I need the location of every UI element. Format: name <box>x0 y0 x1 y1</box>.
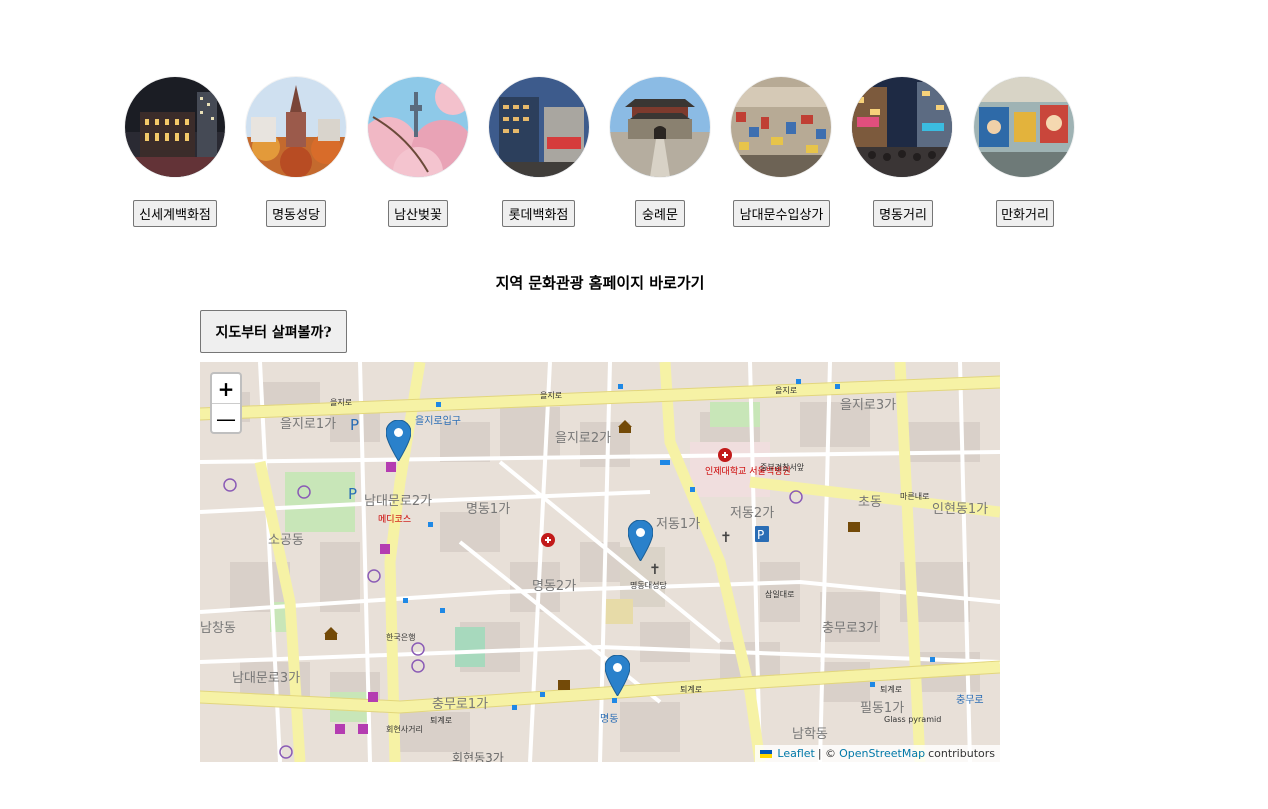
svg-text:을지로: 을지로 <box>330 398 352 407</box>
svg-text:남학동: 남학동 <box>792 727 828 742</box>
svg-text:퇴계로: 퇴계로 <box>680 684 702 694</box>
svg-text:퇴계로: 퇴계로 <box>430 715 452 725</box>
svg-text:충무로: 충무로 <box>956 694 984 706</box>
svg-text:중부경찰서앞: 중부경찰서앞 <box>760 462 805 472</box>
map-tiles: ✝ ✝ P P P 을지로1가 을지로2가 을지로3가 을지로입구 남대문로2가… <box>200 362 1000 762</box>
svg-text:한국은행: 한국은행 <box>386 632 415 642</box>
myeongdong-street-photo[interactable] <box>852 77 952 177</box>
svg-text:남대문로3가: 남대문로3가 <box>232 671 300 686</box>
svg-text:회현동3가: 회현동3가 <box>452 751 504 762</box>
svg-text:퇴계로: 퇴계로 <box>880 684 902 694</box>
svg-text:필동1가: 필동1가 <box>860 701 904 716</box>
attribution-contributors: contributors <box>928 747 995 760</box>
svg-text:소공동: 소공동 <box>268 533 304 548</box>
myeongdong-cathedral-photo[interactable] <box>246 77 346 177</box>
map-attribution: Leaflet | © OpenStreetMap contributors <box>755 745 1000 762</box>
map-marker-cathedral[interactable] <box>628 520 653 561</box>
cartoon-street-photo[interactable] <box>974 77 1074 177</box>
place-gallery: 신세계백화점 명동성당 남산벚꽃 롯데백화점 숭례문 남대문수입상가 명동거리 … <box>0 0 1268 240</box>
svg-text:P: P <box>348 485 357 503</box>
svg-text:을지로1가: 을지로1가 <box>280 417 336 432</box>
svg-text:마른내로: 마른내로 <box>900 492 929 501</box>
map-toggle-button[interactable]: 지도부터 살펴볼까? <box>200 310 347 353</box>
place-button-cartoon-street[interactable]: 만화거리 <box>996 200 1054 227</box>
svg-text:인현동1가: 인현동1가 <box>932 502 988 517</box>
svg-text:삼일대로: 삼일대로 <box>765 589 794 599</box>
svg-text:✝: ✝ <box>649 562 661 578</box>
svg-text:P: P <box>350 416 359 434</box>
svg-text:저동1가: 저동1가 <box>656 517 700 532</box>
place-button-myeongdong-cathedral[interactable]: 명동성당 <box>266 200 326 227</box>
zoom-out-button[interactable]: — <box>212 404 240 433</box>
leaflet-link[interactable]: Leaflet <box>777 747 814 760</box>
map-marker-myeongdong-street[interactable] <box>605 655 630 696</box>
svg-text:P: P <box>757 528 764 542</box>
lotte-department-store-photo[interactable] <box>489 77 589 177</box>
zoom-control: + — <box>210 372 242 434</box>
shinsegae-photo[interactable] <box>125 77 225 177</box>
svg-text:충무로1가: 충무로1가 <box>432 697 488 712</box>
svg-text:을지로: 을지로 <box>775 386 797 395</box>
attribution-separator: | © <box>817 747 837 760</box>
svg-text:남대문로2가: 남대문로2가 <box>364 494 432 509</box>
svg-text:회현사거리: 회현사거리 <box>386 725 423 734</box>
svg-text:Glass pyramid: Glass pyramid <box>884 715 941 724</box>
svg-text:을지로입구: 을지로입구 <box>415 414 461 427</box>
svg-text:메디코스: 메디코스 <box>378 514 411 525</box>
svg-text:명동: 명동 <box>600 713 618 725</box>
svg-text:초동: 초동 <box>858 495 882 510</box>
namdaemun-import-market-photo[interactable] <box>731 77 831 177</box>
osm-link[interactable]: OpenStreetMap <box>839 747 925 760</box>
place-button-myeongdong-street[interactable]: 명동거리 <box>873 200 933 227</box>
place-button-namdaemun-market[interactable]: 남대문수입상가 <box>733 200 830 227</box>
svg-text:명동2가: 명동2가 <box>532 579 576 594</box>
map-container[interactable]: ✝ ✝ P P P 을지로1가 을지로2가 을지로3가 을지로입구 남대문로2가… <box>200 362 1000 762</box>
svg-text:✝: ✝ <box>720 530 732 546</box>
place-button-shinsegae[interactable]: 신세계백화점 <box>133 200 217 227</box>
svg-text:명동대성당: 명동대성당 <box>630 580 667 590</box>
namsan-cherry-blossom-photo[interactable] <box>368 77 468 177</box>
section-title: 지역 문화관광 홈페이지 바로가기 <box>495 274 705 292</box>
place-button-namsan-cherry[interactable]: 남산벚꽃 <box>388 200 448 227</box>
svg-text:충무로3가: 충무로3가 <box>822 621 878 636</box>
ukraine-flag-icon <box>760 749 773 758</box>
svg-text:을지로2가: 을지로2가 <box>555 431 611 446</box>
zoom-in-button[interactable]: + <box>212 374 240 404</box>
svg-text:남창동: 남창동 <box>200 621 236 636</box>
sungnyemun-photo[interactable] <box>610 77 710 177</box>
svg-text:저동2가: 저동2가 <box>730 506 774 521</box>
place-button-sungnyemun[interactable]: 숭례문 <box>635 200 685 227</box>
svg-text:을지로: 을지로 <box>540 391 562 400</box>
svg-text:을지로3가: 을지로3가 <box>840 398 896 413</box>
place-button-lotte[interactable]: 롯데백화점 <box>502 200 575 227</box>
svg-text:명동1가: 명동1가 <box>466 502 510 517</box>
map-marker-lotte[interactable] <box>386 420 411 461</box>
